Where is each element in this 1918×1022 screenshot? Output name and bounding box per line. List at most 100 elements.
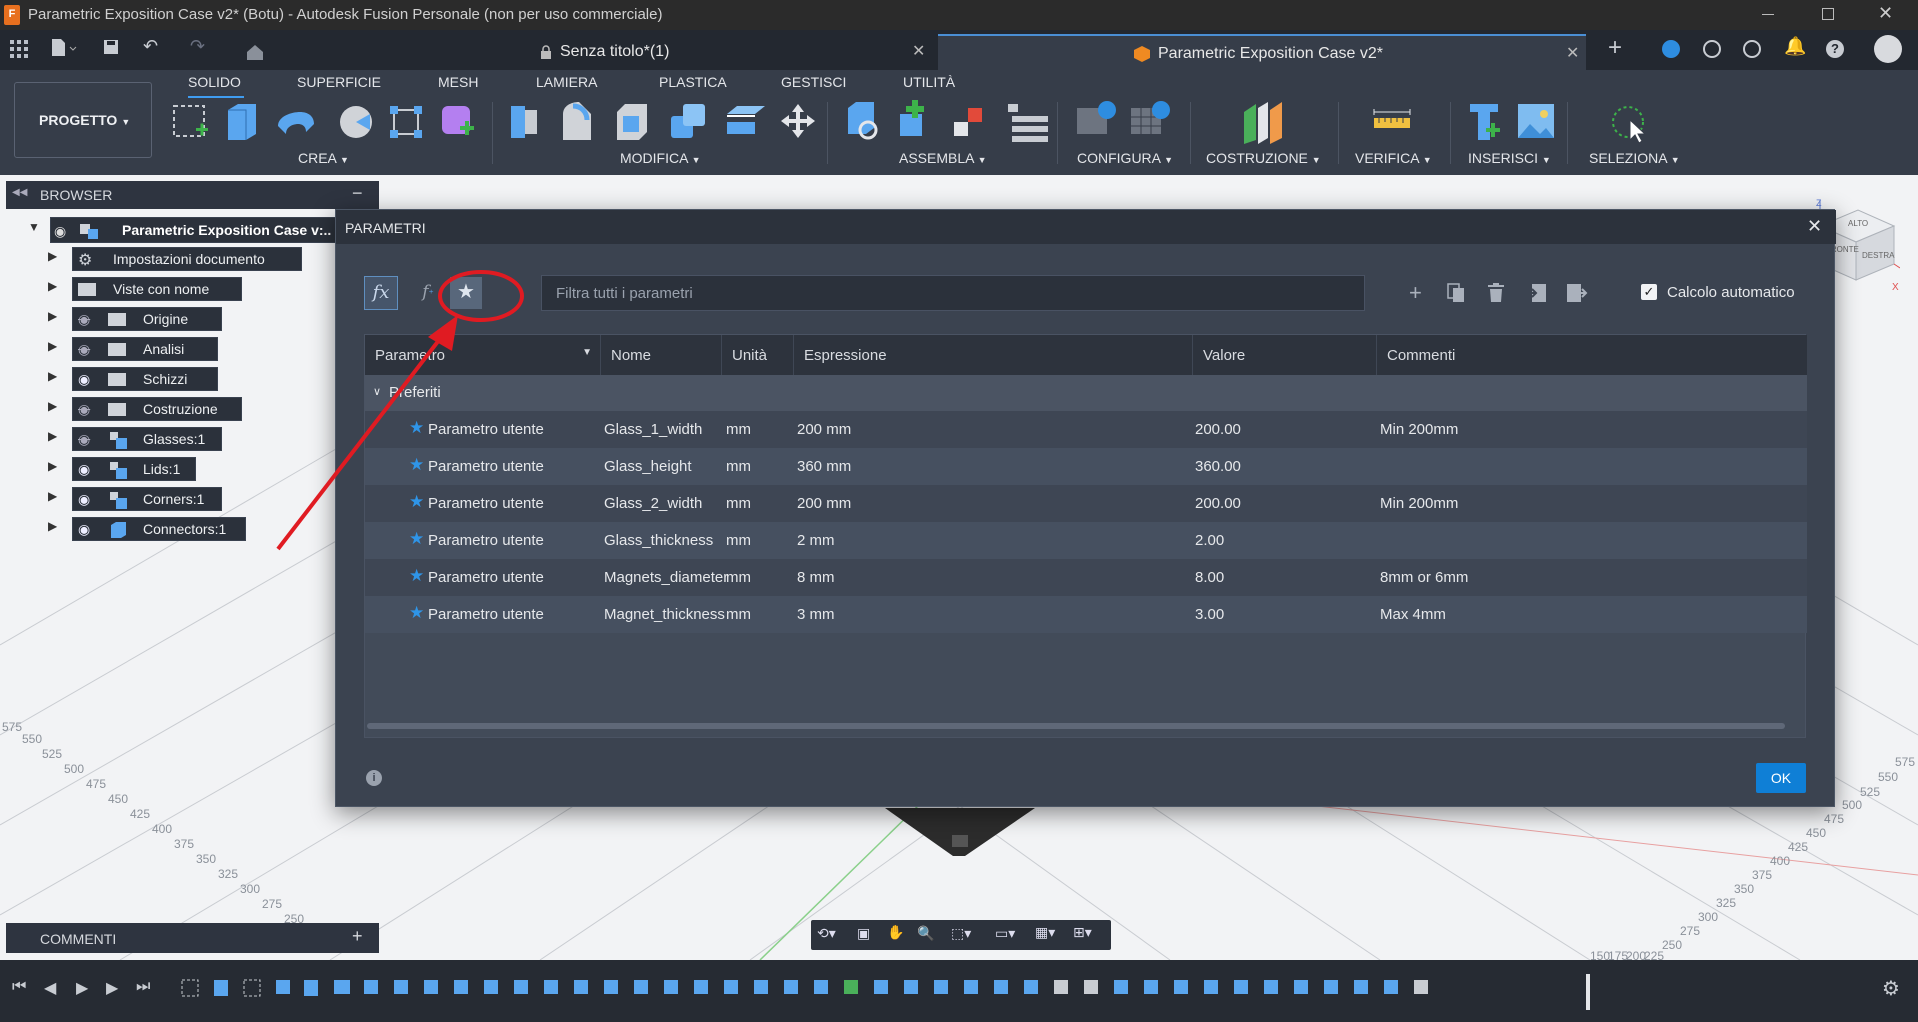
- column-header-unita[interactable]: Unità: [722, 335, 794, 375]
- group-assembla[interactable]: ASSEMBLA ▼: [899, 150, 987, 166]
- display-settings-icon[interactable]: ▭▾: [995, 925, 1015, 942]
- group-configura[interactable]: CONFIGURA ▼: [1077, 150, 1173, 166]
- close-window-button[interactable]: ✕: [1878, 3, 1893, 24]
- mode-tab-plastica[interactable]: PLASTICA: [659, 74, 727, 90]
- apps-grid-icon[interactable]: [10, 40, 28, 58]
- save-icon[interactable]: [103, 39, 119, 55]
- timeline-settings-icon[interactable]: ⚙: [1882, 976, 1900, 1001]
- cell-espressione[interactable]: 8 mm: [797, 569, 835, 586]
- column-header-nome[interactable]: Nome: [601, 335, 722, 375]
- help-icon[interactable]: ?: [1826, 40, 1844, 58]
- close-dialog-button[interactable]: ✕: [1807, 216, 1822, 237]
- eye-icon[interactable]: ◉: [78, 491, 90, 508]
- eye-icon[interactable]: ◉: [78, 371, 90, 388]
- timeline-features[interactable]: [180, 974, 1600, 1010]
- group-seleziona[interactable]: SELEZIONA ▼: [1589, 150, 1680, 166]
- joint-origin-icon[interactable]: [1008, 104, 1048, 142]
- chevron-right-icon[interactable]: ▶: [48, 309, 57, 323]
- cell-commenti[interactable]: Min 200mm: [1380, 495, 1458, 512]
- home-icon[interactable]: [246, 44, 264, 60]
- mode-tab-gestisci[interactable]: GESTISCI: [781, 74, 846, 90]
- table-row[interactable]: ★ Parametro utente Magnet_thickness mm 3…: [365, 596, 1807, 633]
- workspace-selector[interactable]: PROGETTO ▼: [14, 82, 152, 158]
- close-tab-icon[interactable]: ✕: [912, 41, 925, 61]
- mode-tab-mesh[interactable]: MESH: [438, 74, 478, 90]
- eye-icon[interactable]: ◉: [54, 223, 66, 240]
- chevron-right-icon[interactable]: ▶: [48, 339, 57, 353]
- eye-hidden-icon[interactable]: ◉: [78, 431, 90, 448]
- cell-espressione[interactable]: 200 mm: [797, 495, 851, 512]
- mode-tab-lamiera[interactable]: LAMIERA: [536, 74, 597, 90]
- chevron-right-icon[interactable]: ▶: [48, 369, 57, 383]
- combine-icon[interactable]: [671, 104, 705, 138]
- revolve-icon[interactable]: [278, 112, 314, 134]
- sweep-icon[interactable]: [340, 106, 372, 138]
- mode-tab-superficie[interactable]: SUPERFICIE: [297, 74, 381, 90]
- eye-icon[interactable]: ◉: [78, 461, 90, 478]
- table-row[interactable]: ★ Parametro utente Magnets_diameter mm 8…: [365, 559, 1807, 596]
- minimize-button[interactable]: [1762, 14, 1774, 15]
- file-menu-icon[interactable]: [50, 38, 78, 58]
- mode-tab-utilita[interactable]: UTILITÀ: [903, 74, 955, 90]
- browser-item-lids[interactable]: ▶ Lids:1 ◉: [22, 455, 222, 483]
- chevron-right-icon[interactable]: ▶: [48, 399, 57, 413]
- chevron-down-icon[interactable]: ▼: [28, 220, 40, 234]
- fit-icon[interactable]: ⬚▾: [951, 925, 971, 942]
- chevron-right-icon[interactable]: ▶: [48, 249, 57, 263]
- extensions-icon[interactable]: [1662, 40, 1680, 58]
- configure-design-icon[interactable]: [1077, 101, 1116, 134]
- model-body[interactable]: [885, 808, 1035, 856]
- move-icon[interactable]: [781, 104, 815, 138]
- browser-item-connectors[interactable]: ▶ Connectors:1 ◉: [22, 515, 252, 543]
- favorite-star-icon[interactable]: ★: [409, 566, 424, 586]
- timeline-next-icon[interactable]: ▶: [106, 978, 118, 998]
- cell-commenti[interactable]: Max 4mm: [1380, 606, 1446, 623]
- info-icon[interactable]: i: [366, 770, 382, 786]
- timeline-prev-icon[interactable]: ◀: [44, 978, 56, 998]
- copy-parameter-icon[interactable]: [1447, 283, 1465, 303]
- measure-icon[interactable]: [1373, 108, 1411, 136]
- browser-item-glasses[interactable]: ▶ Glasses:1 ◉: [22, 425, 232, 453]
- timeline-play-icon[interactable]: ▶: [76, 978, 88, 998]
- cell-espressione[interactable]: 2 mm: [797, 532, 835, 549]
- cell-commenti[interactable]: 8mm or 6mm: [1380, 569, 1468, 586]
- timeline-marker[interactable]: [1586, 974, 1590, 1010]
- press-pull-icon[interactable]: [511, 106, 537, 138]
- as-built-joint-icon[interactable]: [954, 108, 982, 136]
- table-row[interactable]: ★ Parametro utente Glass_2_width mm 200 …: [365, 485, 1807, 522]
- timeline-last-icon[interactable]: ⏭: [136, 978, 150, 996]
- create-sketch-icon[interactable]: [173, 105, 208, 137]
- close-tab-icon[interactable]: ✕: [1566, 43, 1579, 63]
- cell-espressione[interactable]: 360 mm: [797, 458, 851, 475]
- eye-hidden-icon[interactable]: ◉: [78, 341, 90, 358]
- orbit-icon[interactable]: ⟲▾: [817, 925, 836, 942]
- extrude-icon[interactable]: [228, 104, 256, 140]
- timeline-first-icon[interactable]: ⏮: [12, 978, 26, 996]
- chevron-right-icon[interactable]: ▶: [48, 459, 57, 473]
- user-avatar[interactable]: [1874, 35, 1902, 63]
- browser-item-origine[interactable]: ▶ Origine ◉: [22, 305, 222, 333]
- favorite-star-icon[interactable]: ★: [409, 603, 424, 623]
- table-row[interactable]: ★ Parametro utente Glass_1_width mm 200 …: [365, 411, 1807, 448]
- parameter-filter-input[interactable]: Filtra tutti i parametri: [541, 275, 1365, 311]
- browser-item-analisi[interactable]: ▶ Analisi ◉: [22, 335, 222, 363]
- cell-espressione[interactable]: 3 mm: [797, 606, 835, 623]
- group-verifica[interactable]: VERIFICA ▼: [1355, 150, 1432, 166]
- pattern-icon[interactable]: [390, 106, 422, 138]
- fillet-icon[interactable]: [563, 102, 591, 140]
- browser-item-schizzi[interactable]: ▶ Schizzi ◉: [22, 365, 222, 393]
- browser-item-viste-con-nome[interactable]: ▶ Viste con nome: [22, 275, 242, 303]
- eye-hidden-icon[interactable]: ◉: [78, 401, 90, 418]
- joint-icon[interactable]: [900, 100, 924, 136]
- create-form-icon[interactable]: [442, 106, 474, 135]
- collapse-browser-icon[interactable]: ◀◀: [12, 187, 27, 198]
- offset-face-icon[interactable]: [727, 106, 765, 134]
- undo-icon[interactable]: ↶: [143, 36, 158, 57]
- comments-panel-header[interactable]: COMMENTI +: [6, 923, 379, 953]
- viewports-icon[interactable]: ⊞▾: [1073, 924, 1092, 941]
- table-row[interactable]: ★ Parametro utente Glass_thickness mm 2 …: [365, 522, 1807, 559]
- offset-plane-icon[interactable]: [1240, 100, 1284, 144]
- column-header-commenti[interactable]: Commenti: [1377, 335, 1807, 375]
- zoom-icon[interactable]: 🔍: [917, 925, 934, 942]
- tab-senza-titolo[interactable]: Senza titolo*(1) ✕: [530, 34, 930, 70]
